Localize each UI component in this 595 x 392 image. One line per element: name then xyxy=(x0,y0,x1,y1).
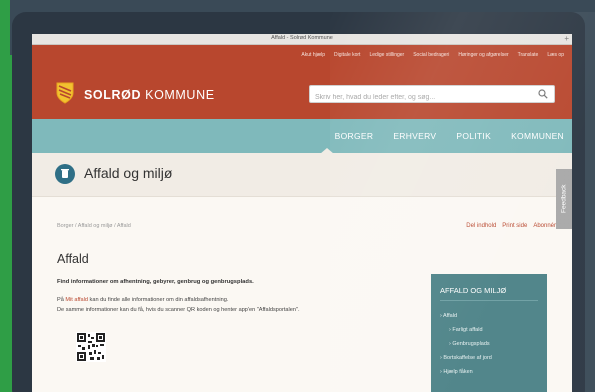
subscribe-link[interactable]: Abonnér xyxy=(533,223,556,229)
search-box xyxy=(309,85,555,106)
sidebar-title: AFFALD OG MILJØ xyxy=(440,286,507,295)
top-link-akut-hjaelp[interactable]: Akut hjælp xyxy=(301,52,325,58)
intro-text: Find informationer om afhentning, gebyre… xyxy=(57,279,254,285)
print-link[interactable]: Print side xyxy=(502,223,527,229)
main-nav: BORGER ERHVERV POLITIK KOMMUNEN xyxy=(32,119,572,154)
share-link[interactable]: Del indhold xyxy=(466,223,496,229)
shield-logo-icon[interactable] xyxy=(56,82,74,104)
paragraph-qr: De samme informationer kan du få, hvis d… xyxy=(57,307,300,313)
sidebar-divider xyxy=(440,300,538,301)
sidebar-item-bortskaffelse[interactable]: › Bortskaffelse af jord xyxy=(440,355,492,361)
nav-item-borger[interactable]: BORGER xyxy=(335,131,374,141)
search-input[interactable] xyxy=(310,89,530,106)
site-brand[interactable]: SOLRØD KOMMUNE xyxy=(84,88,215,102)
sidebar-menu: AFFALD OG MILJØ › Affald › Farligt affal… xyxy=(431,274,547,392)
section-banner: Affald og miljø xyxy=(32,153,572,197)
section-title: Affald og miljø xyxy=(84,165,173,181)
qr-code-icon xyxy=(76,332,106,362)
top-link-digitale-kort[interactable]: Digitale kort xyxy=(334,52,360,58)
browser-screen: Affald - Solrød Kommune + Akut hjælp Dig… xyxy=(32,34,572,392)
top-link-laes-op[interactable]: Læs op xyxy=(547,52,564,58)
breadcrumb[interactable]: Borger / Affald og miljø / Affald xyxy=(57,223,131,229)
sidebar-item-genbrugsplads[interactable]: › Genbrugsplads xyxy=(449,341,490,347)
search-icon[interactable] xyxy=(538,89,548,99)
new-tab-button[interactable]: + xyxy=(564,34,569,44)
top-link-ledige-stillinger[interactable]: Ledige stillinger xyxy=(369,52,404,58)
page-title: Affald xyxy=(57,252,89,266)
sidebar-item-affald[interactable]: › Affald xyxy=(440,313,457,319)
top-link-horinger[interactable]: Høringer og afgørelser xyxy=(458,52,508,58)
nav-item-erhverv[interactable]: ERHVERV xyxy=(393,131,436,141)
brand-bold: SOLRØD xyxy=(84,88,142,102)
site-header: Akut hjælp Digitale kort Ledige stilling… xyxy=(32,45,572,119)
mit-affald-link[interactable]: Mit affald xyxy=(65,297,88,303)
feedback-tab[interactable]: Feedback xyxy=(556,169,572,229)
p1-suffix: kan du finde alle informationer om din a… xyxy=(88,297,229,303)
sidebar-item-farligt-affald[interactable]: › Farligt affald xyxy=(449,327,483,333)
nav-item-politik[interactable]: POLITIK xyxy=(456,131,491,141)
top-link-social-bedrageri[interactable]: Social bedrageri xyxy=(413,52,449,58)
top-links: Akut hjælp Digitale kort Ledige stilling… xyxy=(301,52,564,58)
brand-rest: KOMMUNE xyxy=(141,88,215,102)
nav-item-kommunen[interactable]: KOMMUNEN xyxy=(511,131,564,141)
window-titlebar: Affald - Solrød Kommune + xyxy=(32,34,572,45)
page-tools: Del indhold Print side Abonnér xyxy=(466,223,556,229)
paragraph-mit-affald: På Mit affald kan du finde alle informat… xyxy=(57,297,228,303)
window-title: Affald - Solrød Kommune xyxy=(271,35,333,41)
top-link-translate[interactable]: Translate xyxy=(518,52,539,58)
trash-bin-icon xyxy=(55,164,75,184)
sidebar-item-hjaelp[interactable]: › Hjælp fåken xyxy=(440,369,473,375)
